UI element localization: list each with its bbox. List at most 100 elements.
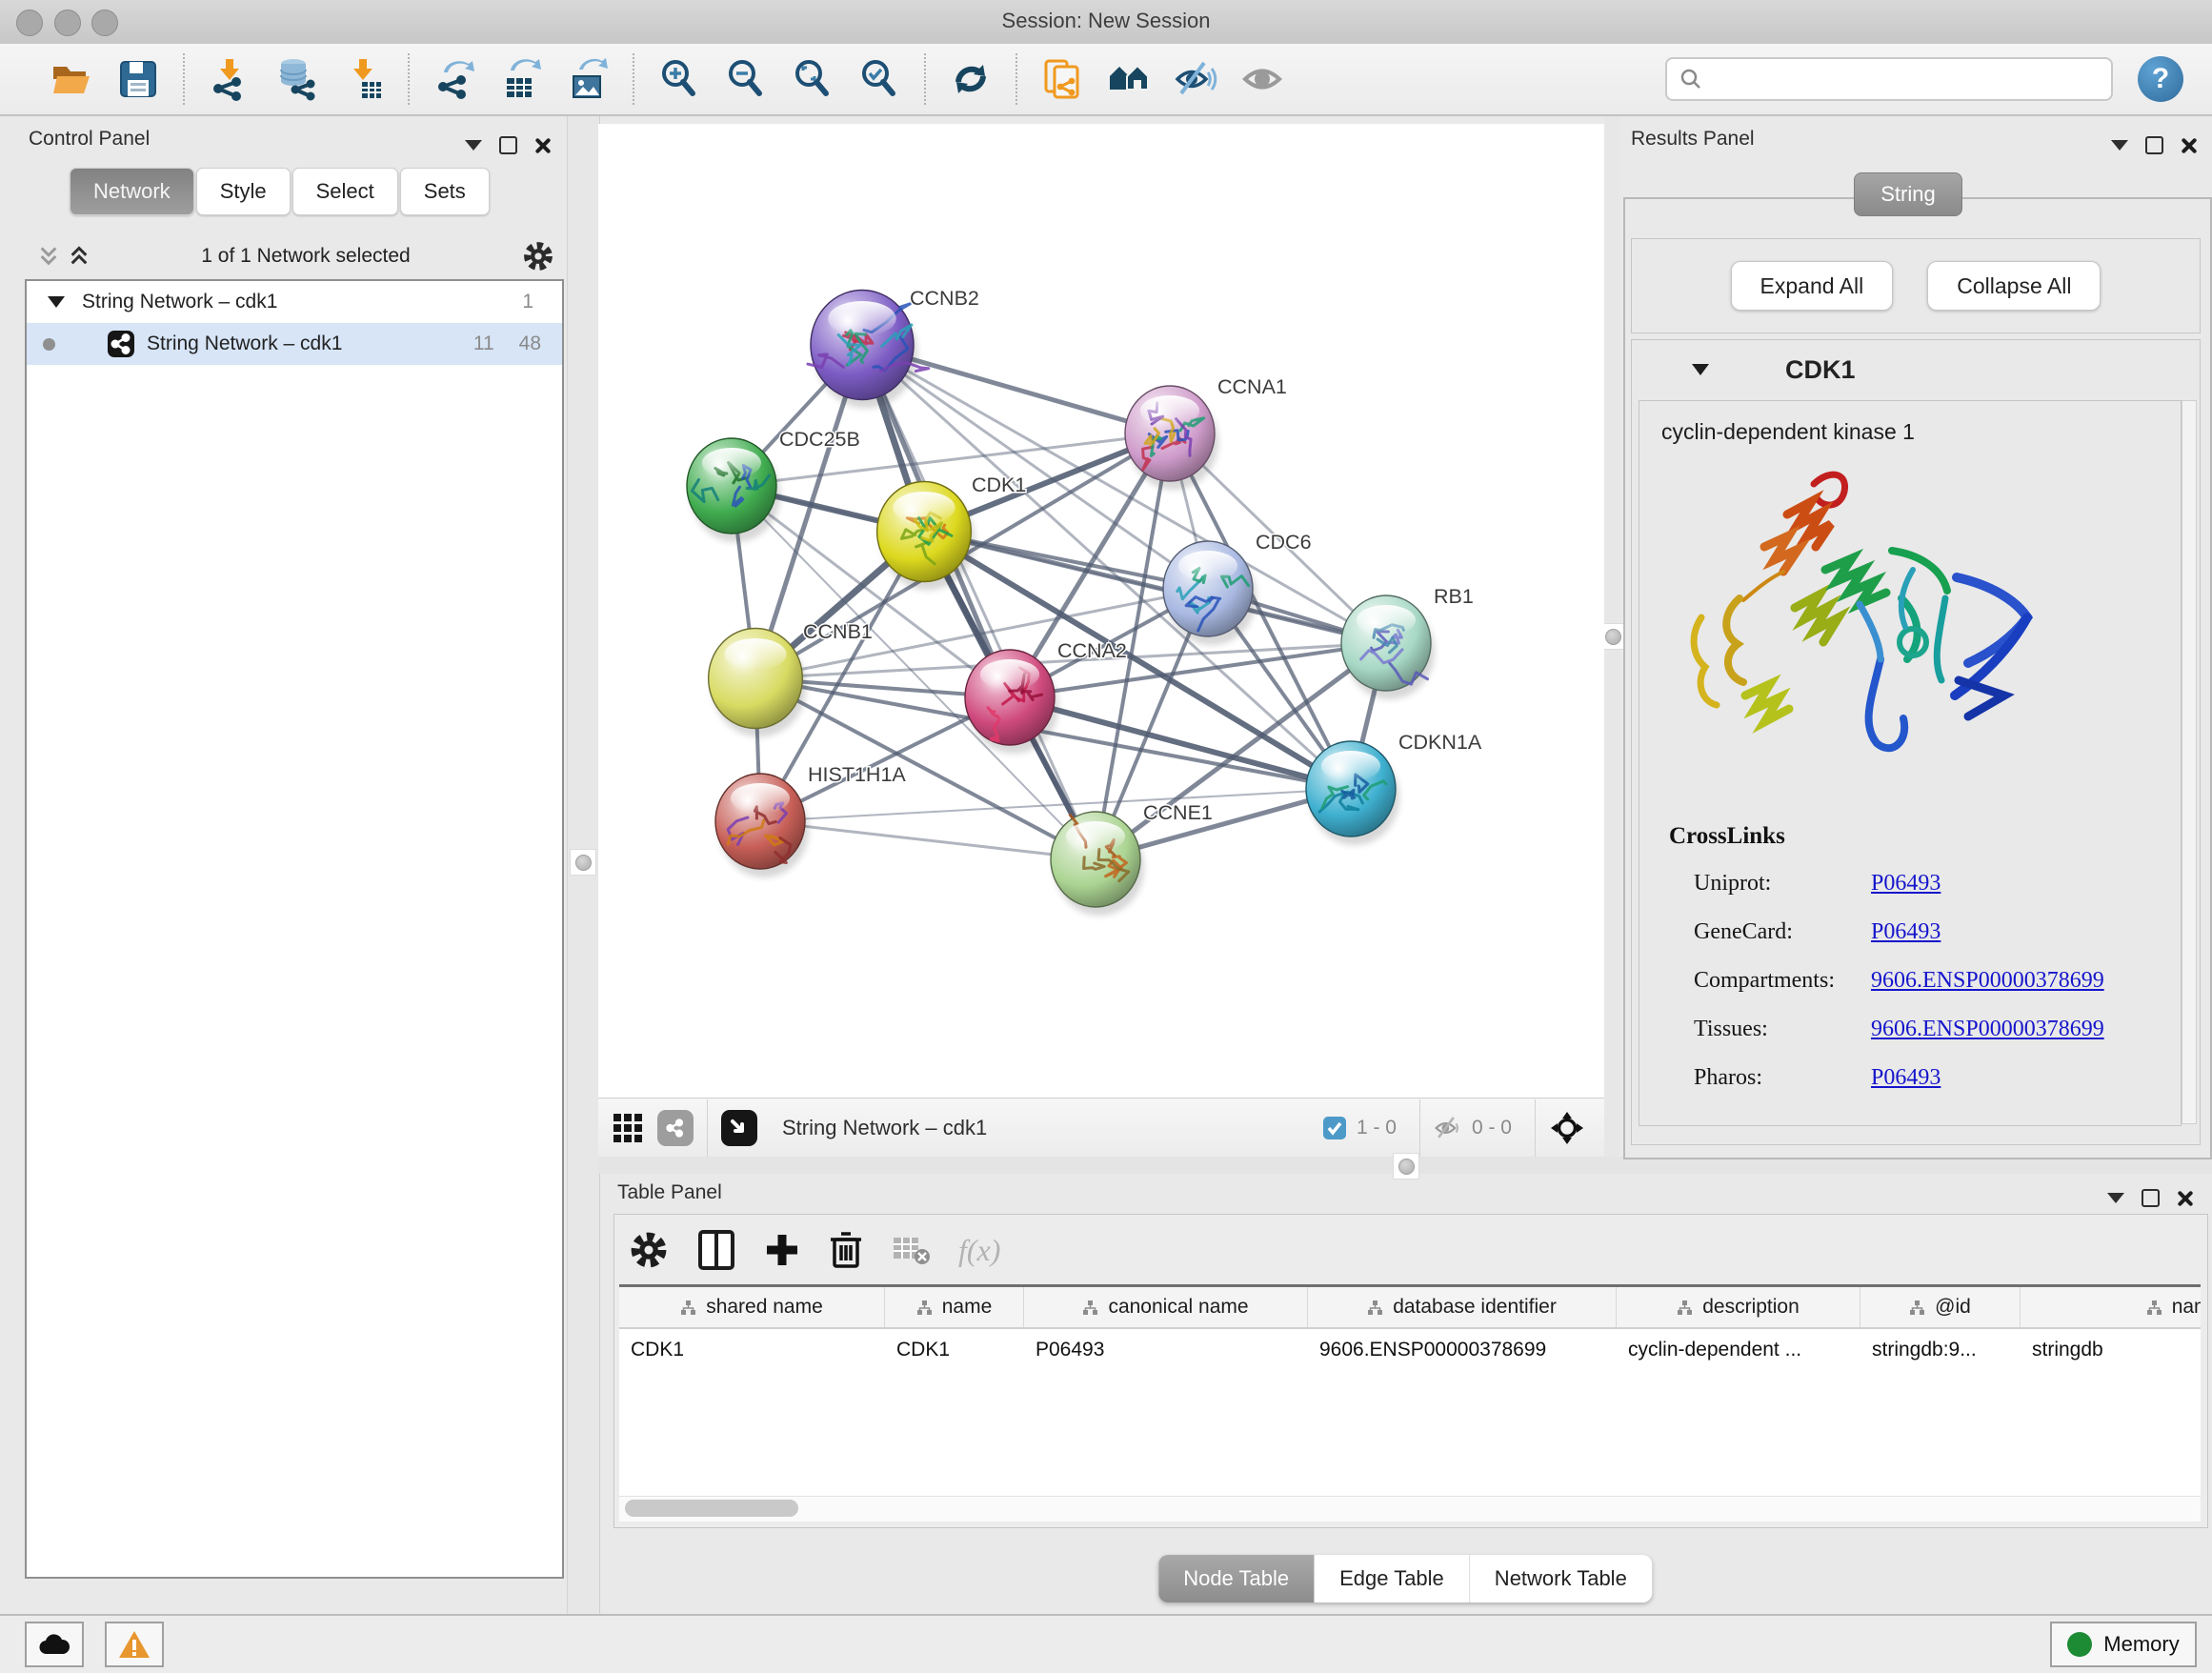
- panel-float-icon[interactable]: [2142, 1189, 2160, 1207]
- birds-eye-view-icon[interactable]: [721, 1110, 757, 1146]
- column-type-icon: [680, 1300, 696, 1316]
- crosshair-icon[interactable]: [1549, 1110, 1585, 1146]
- window-title: Session: New Session: [0, 9, 2212, 33]
- panel-menu-icon[interactable]: [465, 140, 482, 151]
- crosslink-value[interactable]: P06493: [1871, 919, 1941, 945]
- expand-all-chevron-icon[interactable]: [69, 246, 90, 267]
- show-eye-icon[interactable]: [1237, 54, 1287, 104]
- table-panel-window-icons: [2107, 1189, 2194, 1207]
- add-icon[interactable]: [764, 1232, 800, 1268]
- panel-menu-icon[interactable]: [2107, 1193, 2124, 1203]
- houses-icon[interactable]: [1104, 54, 1154, 104]
- refresh-icon[interactable]: [946, 54, 995, 104]
- column-header-database-identifier[interactable]: database identifier: [1308, 1287, 1617, 1327]
- table-scrollbar-thumb[interactable]: [625, 1500, 798, 1517]
- network-node-RB1[interactable]: [1341, 595, 1435, 699]
- panel-float-icon[interactable]: [499, 136, 517, 154]
- tab-select[interactable]: Select: [292, 168, 398, 215]
- zoom-selected-icon[interactable]: [855, 54, 904, 104]
- grid-mode-icon[interactable]: [612, 1112, 644, 1144]
- hide-eye-slash-icon[interactable]: [1171, 54, 1220, 104]
- crosslink-value[interactable]: P06493: [1871, 1065, 1941, 1091]
- memory-button[interactable]: Memory: [2050, 1622, 2197, 1667]
- selected-checkbox-icon[interactable]: [1322, 1116, 1347, 1140]
- column-header-description[interactable]: description: [1617, 1287, 1860, 1327]
- crosslinks-title: CrossLinks: [1669, 823, 1785, 850]
- network-edge: [760, 789, 1351, 821]
- panel-close-icon[interactable]: [2177, 1190, 2194, 1207]
- network-node-CDK1[interactable]: [877, 482, 975, 591]
- tab-network-table[interactable]: Network Table: [1470, 1555, 1652, 1602]
- network-node-CCNA2[interactable]: [965, 650, 1058, 754]
- crosslink-value[interactable]: 9606.ENSP00000378699: [1871, 1017, 2104, 1042]
- network-node-CDKN1A[interactable]: [1306, 741, 1399, 845]
- network-node-HIST1H1A[interactable]: [715, 774, 809, 877]
- tab-network[interactable]: Network: [70, 168, 194, 215]
- search-input[interactable]: [1703, 59, 2111, 99]
- tab-string[interactable]: String: [1854, 172, 1962, 216]
- tab-edge-table[interactable]: Edge Table: [1315, 1555, 1470, 1602]
- gene-section-header[interactable]: CDK1: [1631, 347, 2199, 393]
- collection-label: String Network – cdk1: [82, 291, 277, 313]
- collapse-triangle-icon[interactable]: [1692, 364, 1709, 375]
- import-network-database-icon[interactable]: [271, 54, 321, 104]
- results-scrollbar[interactable]: [2182, 400, 2197, 1124]
- export-image-icon[interactable]: [563, 54, 613, 104]
- crosslink-label: Compartments:: [1694, 968, 1871, 994]
- panel-float-icon[interactable]: [2145, 136, 2163, 154]
- collapse-triangle-icon[interactable]: [48, 296, 65, 308]
- collapse-all-button[interactable]: Collapse All: [1927, 261, 2101, 311]
- network-node-CDC25B[interactable]: [687, 438, 780, 542]
- expand-all-button[interactable]: Expand All: [1731, 261, 1894, 311]
- export-table-icon[interactable]: [496, 54, 546, 104]
- column-header-shared-name[interactable]: shared name: [619, 1287, 885, 1327]
- network-node-CCNE1[interactable]: [1051, 812, 1144, 916]
- duplicate-network-icon[interactable]: [1037, 54, 1087, 104]
- column-header-@id[interactable]: @id: [1860, 1287, 2021, 1327]
- zoom-in-icon[interactable]: [654, 54, 704, 104]
- tab-sets[interactable]: Sets: [400, 168, 490, 215]
- help-button[interactable]: ?: [2138, 56, 2183, 102]
- column-header-name[interactable]: name: [885, 1287, 1024, 1327]
- network-row[interactable]: String Network – cdk1 11 48: [27, 323, 562, 365]
- tab-node-table[interactable]: Node Table: [1158, 1555, 1315, 1602]
- panel-close-icon[interactable]: [2181, 137, 2198, 154]
- table-row[interactable]: CDK1CDK1P064939606.ENSP00000378699cyclin…: [619, 1329, 2201, 1371]
- panel-menu-icon[interactable]: [2111, 140, 2128, 151]
- table-horizontal-scrollbar[interactable]: [619, 1496, 2201, 1522]
- cloud-button[interactable]: [25, 1622, 84, 1667]
- delete-table-icon[interactable]: [892, 1234, 930, 1266]
- warning-icon: [118, 1630, 151, 1659]
- network-collection-row[interactable]: String Network – cdk1 1: [27, 281, 562, 323]
- zoom-fit-icon[interactable]: [788, 54, 837, 104]
- collapse-all-chevron-icon[interactable]: [38, 246, 59, 267]
- results-panel-title: Results Panel: [1631, 128, 1755, 151]
- table-options-gear-icon[interactable]: [629, 1230, 669, 1270]
- toolbar-separator: [633, 53, 634, 105]
- share-view-icon[interactable]: [657, 1110, 694, 1146]
- hidden-eye-slash-icon[interactable]: [1434, 1114, 1462, 1142]
- delete-icon[interactable]: [829, 1230, 863, 1270]
- panel-close-icon[interactable]: [534, 137, 552, 154]
- function-builder-icon[interactable]: f(x): [958, 1233, 1000, 1268]
- title-bar: Session: New Session: [0, 0, 2212, 45]
- import-network-file-icon[interactable]: [205, 54, 254, 104]
- tab-style[interactable]: Style: [196, 168, 291, 215]
- crosslink-value[interactable]: P06493: [1871, 871, 1941, 897]
- export-network-icon[interactable]: [430, 54, 479, 104]
- network-options-gear-icon[interactable]: [522, 240, 554, 272]
- horizontal-splitter-handle[interactable]: [1393, 1153, 1419, 1179]
- zoom-out-icon[interactable]: [721, 54, 771, 104]
- left-splitter-handle[interactable]: [570, 849, 596, 876]
- open-session-icon[interactable]: [47, 54, 96, 104]
- crosslink-value[interactable]: 9606.ENSP00000378699: [1871, 968, 2104, 994]
- network-node-CCNA1[interactable]: [1125, 386, 1218, 490]
- warning-button[interactable]: [105, 1622, 164, 1667]
- column-header-namespace[interactable]: namespace: [2021, 1287, 2201, 1327]
- column-header-canonical-name[interactable]: canonical name: [1024, 1287, 1308, 1327]
- import-table-icon[interactable]: [338, 54, 388, 104]
- network-node-label: CCNA1: [1217, 375, 1287, 398]
- save-session-icon[interactable]: [113, 54, 163, 104]
- network-view-canvas[interactable]: CCNB2CCNA1CDC25BCDK1CDC6RB1CCNB1CCNA2CDK…: [598, 124, 1604, 1098]
- show-columns-icon[interactable]: [697, 1229, 735, 1271]
